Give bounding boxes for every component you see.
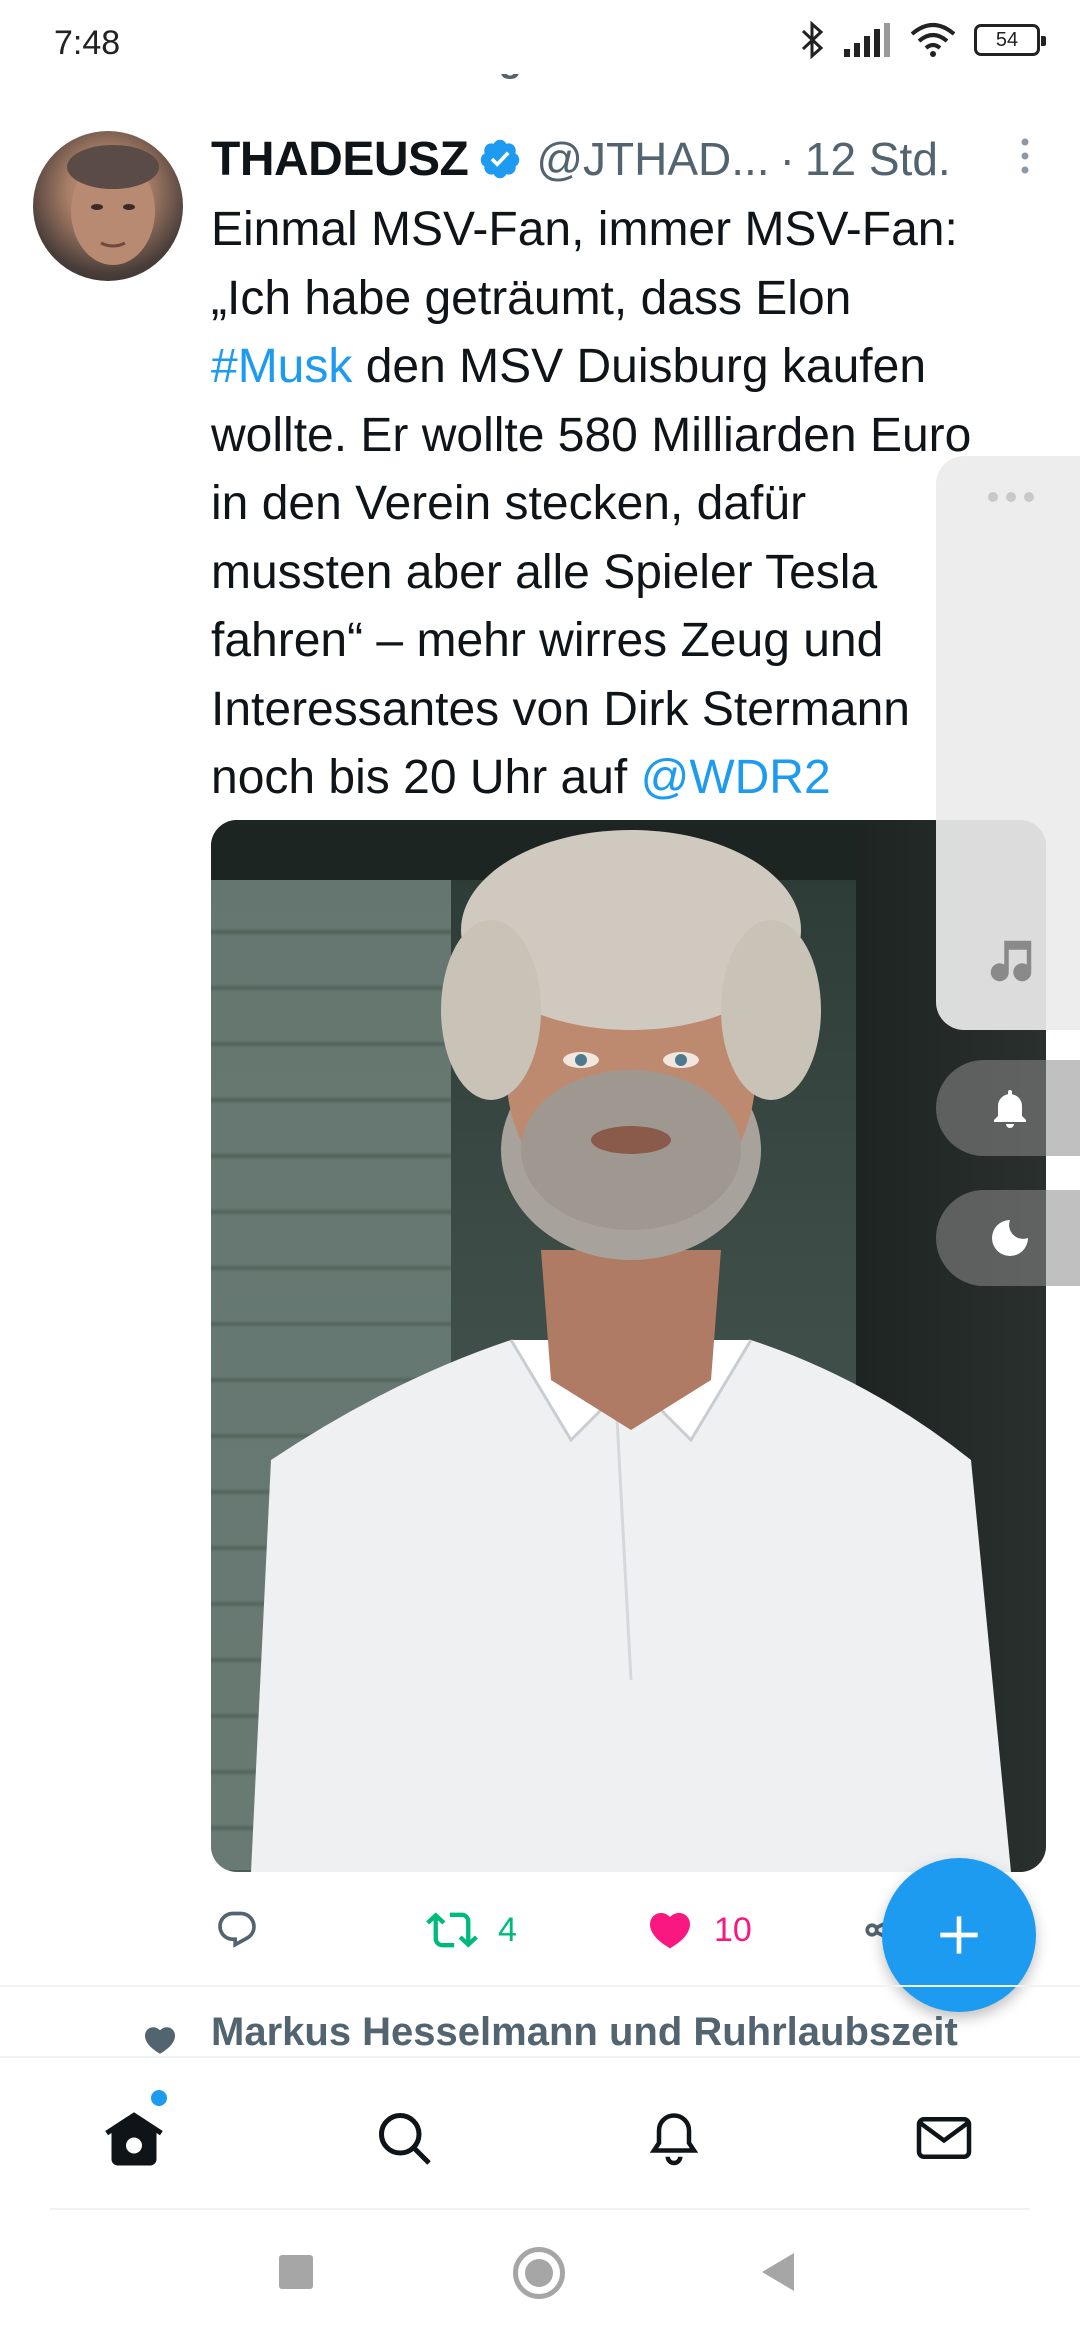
- status-icons: 54: [800, 20, 1046, 60]
- tweet-line: noch bis 20 Uhr auf @WDR2: [211, 744, 1041, 813]
- tweet-line: Einmal MSV-Fan, immer MSV-Fan:: [211, 203, 958, 256]
- tweet-divider: [0, 1985, 1080, 1987]
- plus-icon: [940, 1916, 978, 1954]
- tweet-line: wollte. Er wollte 580 Milliarden Euro: [211, 408, 972, 462]
- avatar-image: [67, 145, 159, 265]
- system-home-button[interactable]: [513, 2247, 565, 2299]
- search-icon: [379, 2113, 431, 2165]
- wifi-icon: [910, 23, 956, 57]
- tweet-line: in den Verein stecken, dafür: [211, 477, 807, 530]
- retweet-button[interactable]: 4: [426, 1895, 517, 1965]
- tweet-time[interactable]: 12 Std.: [805, 132, 951, 186]
- more-options-icon[interactable]: [1015, 136, 1035, 176]
- verified-badge-icon: [481, 139, 520, 179]
- status-time: 7:48: [54, 24, 121, 62]
- reply-button[interactable]: [215, 1895, 259, 1965]
- system-navigation-bar: [0, 2211, 1080, 2340]
- home-icon: [105, 2112, 163, 2166]
- tweet-media-photo[interactable]: [211, 820, 1046, 1872]
- tab-notifications[interactable]: [642, 2106, 706, 2170]
- tweet-line: mussten aber alle Spieler Tesla: [211, 545, 878, 599]
- moon-icon: [992, 1220, 1028, 1256]
- bluetooth-icon: [801, 21, 824, 59]
- avatar[interactable]: [33, 131, 183, 281]
- home-notification-dot: [151, 2090, 167, 2106]
- floating-side-panel[interactable]: [936, 456, 1080, 1030]
- tab-home[interactable]: [102, 2106, 166, 2170]
- tweet-line: Interessantes von Dirk Stermann: [211, 682, 910, 736]
- reply-icon: [218, 1911, 256, 1948]
- back-button[interactable]: [762, 2253, 794, 2291]
- mail-icon: [916, 2117, 972, 2159]
- like-button[interactable]: 10: [646, 1895, 752, 1965]
- tab-bar-divider: [50, 2208, 1030, 2210]
- heart-icon: [649, 1913, 691, 1949]
- author-name[interactable]: THADEUSZ: [211, 132, 469, 187]
- mention-link[interactable]: @WDR2: [641, 751, 831, 804]
- tweet-line-text: den MSV Duisburg kaufen: [352, 340, 927, 393]
- tweet-text[interactable]: Einmal MSV-Fan, immer MSV-Fan: „Ich habe…: [211, 196, 1041, 813]
- music-note-icon[interactable]: [984, 934, 1038, 988]
- heart-icon: [144, 2027, 176, 2054]
- tab-search[interactable]: [372, 2106, 436, 2170]
- liked-context-text: Markus Hesselmann und Ruhrlaubszeit: [211, 2010, 958, 2054]
- battery-indicator: 54: [974, 24, 1046, 56]
- tweet-line-text: noch bis 20 Uhr auf: [211, 751, 641, 804]
- compose-tweet-button[interactable]: [882, 1858, 1036, 2012]
- signal-icon: [844, 23, 890, 57]
- retweet-icon: [426, 1912, 478, 1948]
- photo-portrait: [251, 830, 1011, 1872]
- tweet-line: fahren“ – mehr wirres Zeug und: [211, 614, 884, 667]
- tweet-header: THADEUSZ @JTHAD... · 12 Std.: [211, 128, 1041, 190]
- bell-icon: [649, 2113, 699, 2166]
- hashtag-link[interactable]: #Musk: [211, 340, 352, 393]
- header-separator: ·: [779, 133, 795, 185]
- author-handle[interactable]: @JTHAD...: [536, 132, 769, 186]
- tweet-line: „Ich habe geträumt, dass Elon: [211, 271, 852, 325]
- bell-icon: [994, 1090, 1026, 1128]
- like-count: 10: [714, 1910, 752, 1949]
- recents-button[interactable]: [279, 2255, 313, 2289]
- retweet-count: 4: [498, 1910, 517, 1949]
- side-panel-more-icon[interactable]: [988, 492, 1034, 502]
- tab-messages[interactable]: [912, 2106, 976, 2170]
- tweet-line: #Musk den MSV Duisburg kaufen: [211, 333, 1041, 402]
- bottom-tab-bar: [0, 2056, 1080, 2211]
- side-panel-moon-button[interactable]: [936, 1190, 1080, 1286]
- battery-level: 54: [995, 28, 1019, 51]
- status-bar: 7:48 54: [0, 0, 1080, 74]
- side-panel-bell-button[interactable]: [936, 1060, 1080, 1156]
